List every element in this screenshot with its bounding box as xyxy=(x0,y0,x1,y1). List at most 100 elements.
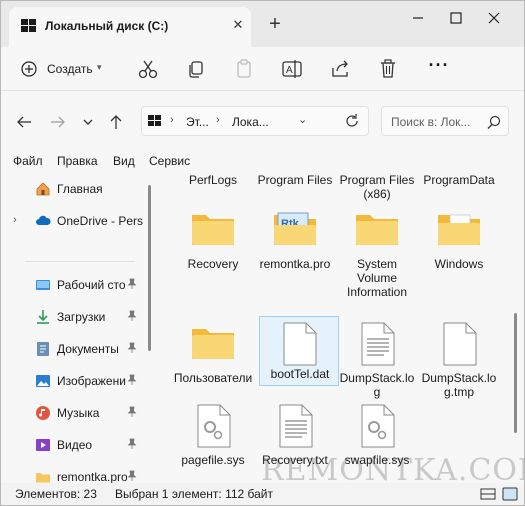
items-count: Элементов: 23 xyxy=(15,487,97,501)
forward-arrow-icon[interactable] xyxy=(47,111,69,133)
pin-icon xyxy=(127,438,137,449)
breadcrumb-local-disk[interactable]: Лока... xyxy=(232,115,269,129)
copy-icon[interactable] xyxy=(182,56,210,82)
maximize-icon[interactable] xyxy=(437,7,475,29)
create-label: Создать xyxy=(47,62,93,76)
address-dropdown-icon[interactable]: ⌄ xyxy=(298,113,307,126)
sidebar-item-label: remontka.pro xyxy=(57,470,127,483)
title-bar: Локальный диск (C:) ✕ + xyxy=(1,1,524,47)
navigation-pane: Главная › OneDrive - Perso Рабочий сто З… xyxy=(1,173,153,483)
system-file-icon xyxy=(197,404,231,448)
new-tab-button[interactable]: + xyxy=(265,14,285,34)
file-name: ProgramData xyxy=(423,173,495,187)
folder-icon xyxy=(356,215,398,245)
file-name: Recovery xyxy=(187,257,239,271)
sidebar-item-label: Документы xyxy=(57,342,119,356)
sidebar-item-video[interactable]: Видео xyxy=(1,431,153,459)
file-name: Пользователи xyxy=(173,371,253,385)
status-bar: Элементов: 23 Выбран 1 элемент: 112 байт xyxy=(1,483,524,505)
sidebar-item-home[interactable]: Главная xyxy=(1,175,153,203)
tab-local-disk[interactable]: Локальный диск (C:) ✕ xyxy=(9,7,251,47)
large-icons-view-icon[interactable] xyxy=(501,485,519,503)
file-item[interactable]: Recovery.txt xyxy=(255,403,335,483)
menu-edit[interactable]: Правка xyxy=(57,154,98,168)
explorer-window: Локальный диск (C:) ✕ + Создать ▾ A ··· … xyxy=(0,0,525,506)
file-item[interactable]: swapfile.sys xyxy=(337,403,417,483)
video-icon xyxy=(36,439,50,451)
system-file-icon xyxy=(361,404,395,448)
create-button[interactable]: Создать ▾ xyxy=(15,56,111,82)
details-view-icon[interactable] xyxy=(479,485,497,503)
file-item[interactable]: DumpStack.log.tmp xyxy=(419,321,499,421)
address-bar[interactable]: › Эт... › Лока... ⌄ xyxy=(141,106,369,136)
search-placeholder: Поиск в: Лок... xyxy=(391,115,471,129)
sidebar-scrollbar[interactable] xyxy=(148,185,151,351)
file-name: DumpStack.log.tmp xyxy=(421,371,497,399)
share-icon[interactable] xyxy=(326,56,354,82)
rename-icon[interactable]: A xyxy=(278,56,306,82)
paste-icon[interactable] xyxy=(230,56,258,82)
download-icon xyxy=(37,310,49,324)
pin-icon xyxy=(127,470,137,481)
sidebar-item-desktop[interactable]: Рабочий сто xyxy=(1,271,153,299)
folder-item[interactable]: Recovery xyxy=(173,207,253,307)
file-blank-icon xyxy=(443,322,477,366)
selection-info: Выбран 1 элемент: 112 байт xyxy=(115,487,274,501)
folder-item[interactable]: System Volume Information xyxy=(337,207,417,307)
file-name: pagefile.sys xyxy=(181,453,245,467)
folder-icon xyxy=(36,473,50,483)
sidebar-item-documents[interactable]: Документы xyxy=(1,335,153,363)
file-item[interactable]: pagefile.sys xyxy=(173,403,253,483)
file-text-icon xyxy=(279,404,313,448)
sidebar-item-label: Загрузки xyxy=(57,310,106,324)
close-window-icon[interactable] xyxy=(475,7,513,29)
delete-icon[interactable] xyxy=(374,56,402,82)
pin-icon xyxy=(127,406,137,417)
search-input[interactable]: Поиск в: Лок... xyxy=(381,106,509,136)
file-name: System Volume Information xyxy=(346,257,408,299)
breadcrumb-separator: › xyxy=(170,114,174,126)
up-arrow-icon[interactable] xyxy=(105,111,127,133)
sidebar-divider xyxy=(25,261,135,262)
file-name: Recovery.txt xyxy=(262,453,328,467)
file-name: Windows xyxy=(434,257,484,271)
folder-icon xyxy=(192,329,234,359)
pictures-icon xyxy=(36,375,50,387)
cut-icon[interactable] xyxy=(134,56,162,82)
pin-icon xyxy=(127,374,137,385)
home-icon xyxy=(36,182,50,196)
navigation-bar: › Эт... › Лока... ⌄ Поиск в: Лок... xyxy=(1,91,524,153)
file-list: PerfLogs Program Files Program Files (x8… xyxy=(153,173,524,483)
menu-tools[interactable]: Сервис xyxy=(149,154,190,168)
breadcrumb-this-pc[interactable]: Эт... xyxy=(186,115,209,129)
file-item-selected[interactable]: bootTel.dat xyxy=(259,316,339,386)
folder-image-icon: Rtk xyxy=(274,212,316,245)
refresh-icon[interactable] xyxy=(344,113,360,129)
sidebar-item-onedrive[interactable]: › OneDrive - Perso xyxy=(1,207,153,235)
tab-close-icon[interactable]: ✕ xyxy=(229,16,247,34)
folder-item[interactable]: Rtk remontka.pro xyxy=(255,207,335,307)
folder-icon xyxy=(192,215,234,245)
file-name: DumpStack.log xyxy=(339,371,415,399)
file-list-scrollbar[interactable] xyxy=(514,313,517,433)
minimize-icon[interactable] xyxy=(399,7,437,29)
more-options-button[interactable]: ··· xyxy=(425,56,453,82)
menu-view[interactable]: Вид xyxy=(113,154,135,168)
file-blank-icon xyxy=(283,322,317,366)
chevron-right-icon[interactable]: › xyxy=(13,214,17,226)
sidebar-item-remontka[interactable]: remontka.pro xyxy=(1,463,153,483)
menu-file[interactable]: Файл xyxy=(13,154,43,168)
plus-circle-icon xyxy=(21,61,37,77)
sidebar-item-label: Главная xyxy=(57,182,103,196)
file-text-icon xyxy=(361,322,395,366)
chevron-down-icon: ▾ xyxy=(97,62,102,72)
file-name: remontka.pro xyxy=(259,257,331,271)
back-arrow-icon[interactable] xyxy=(13,111,35,133)
menu-bar: Файл Правка Вид Сервис xyxy=(1,153,524,173)
folder-item[interactable]: Windows xyxy=(419,207,499,307)
sidebar-item-downloads[interactable]: Загрузки xyxy=(1,303,153,331)
svg-text:A: A xyxy=(286,65,293,76)
sidebar-item-pictures[interactable]: Изображени xyxy=(1,367,153,395)
recent-locations-chevron-icon[interactable] xyxy=(77,111,99,133)
sidebar-item-music[interactable]: Музыка xyxy=(1,399,153,427)
